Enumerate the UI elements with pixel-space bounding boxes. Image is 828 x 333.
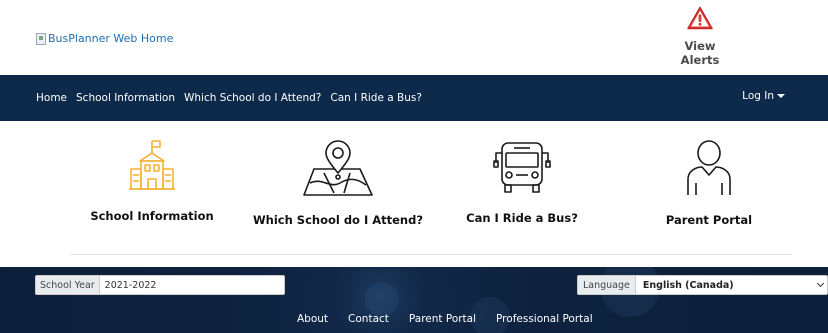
broken-image-icon <box>36 32 46 45</box>
nav-school-information[interactable]: School Information <box>76 92 175 104</box>
school-icon <box>129 140 175 190</box>
bus-icon <box>493 142 551 193</box>
footer-link-parent-portal[interactable]: Parent Portal <box>409 313 476 325</box>
alert-icon <box>687 6 713 30</box>
footer-link-contact[interactable]: Contact <box>348 313 389 325</box>
language-group: Language English (Canada) <box>577 275 828 295</box>
school-year-group: School Year <box>35 275 285 295</box>
tile-school-information[interactable]: School Information <box>62 139 242 223</box>
header: BusPlanner Web Home View Alerts <box>0 0 828 75</box>
tile-which-school[interactable]: Which School do I Attend? <box>248 139 428 227</box>
nav-links: Home School Information Which School do … <box>0 92 431 104</box>
main-navbar: Home School Information Which School do … <box>0 75 828 121</box>
tile-parent-portal[interactable]: Parent Portal <box>619 139 799 227</box>
map-pin-icon <box>303 140 373 196</box>
bokeh-decoration <box>365 282 399 316</box>
caret-down-icon <box>777 94 785 98</box>
view-alerts-label: View Alerts <box>680 39 720 67</box>
login-label: Log In <box>742 90 774 102</box>
footer: School Year Language English (Canada) Ab… <box>0 267 828 333</box>
tile-label: Parent Portal <box>665 213 753 227</box>
tile-can-i-ride[interactable]: Can I Ride a Bus? <box>432 139 612 225</box>
language-label: Language <box>578 276 636 294</box>
tile-label: School Information <box>90 209 214 223</box>
quick-links: School Information Which School do I Att… <box>0 121 828 267</box>
logo-link[interactable]: BusPlanner Web Home <box>36 32 173 45</box>
logo-alt-text: BusPlanner Web Home <box>48 32 174 45</box>
nav-home[interactable]: Home <box>36 92 67 104</box>
nav-can-i-ride[interactable]: Can I Ride a Bus? <box>330 92 422 104</box>
school-year-input[interactable] <box>99 276 284 294</box>
nav-which-school[interactable]: Which School do I Attend? <box>184 92 321 104</box>
language-value: English (Canada) <box>642 279 734 291</box>
school-year-label: School Year <box>36 276 100 294</box>
footer-link-about[interactable]: About <box>297 313 328 325</box>
login-dropdown[interactable]: Log In <box>742 90 785 102</box>
language-select[interactable]: English (Canada) <box>636 276 827 294</box>
view-alerts-button[interactable]: View Alerts <box>664 6 736 67</box>
divider <box>70 254 792 255</box>
person-icon <box>687 140 731 195</box>
tile-label: Can I Ride a Bus? <box>466 211 578 225</box>
footer-link-professional-portal[interactable]: Professional Portal <box>496 313 593 325</box>
footer-links: About Contact Parent Portal Professional… <box>297 313 593 325</box>
chevron-down-icon <box>816 279 825 288</box>
tile-label: Which School do I Attend? <box>252 213 424 227</box>
page: BusPlanner Web Home View Alerts Home Sch… <box>0 0 828 333</box>
